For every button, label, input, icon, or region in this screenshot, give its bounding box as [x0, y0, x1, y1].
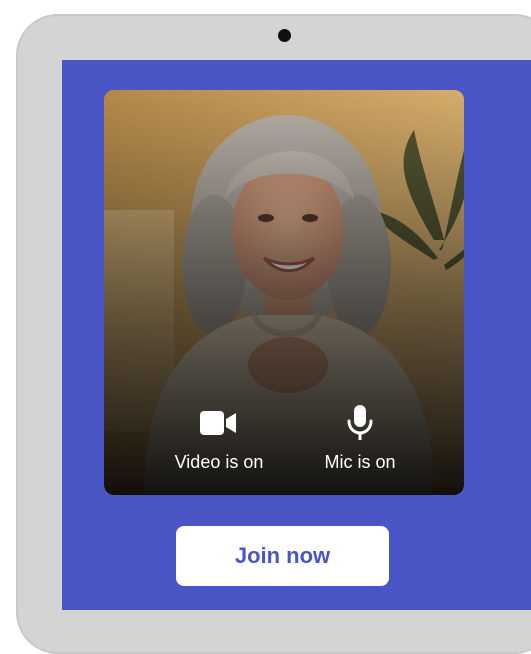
video-toggle[interactable]: Video is on	[164, 406, 274, 473]
front-camera-dot	[278, 29, 291, 42]
tablet-device-frame: Video is on Mic is on Join now	[16, 14, 531, 654]
video-camera-icon	[200, 406, 238, 440]
mic-toggle[interactable]: Mic is on	[300, 405, 420, 473]
meeting-prejoin-screen: Video is on Mic is on Join now	[62, 60, 531, 610]
preview-controls: Video is on Mic is on	[104, 385, 464, 495]
video-preview: Video is on Mic is on	[104, 90, 464, 495]
join-now-button[interactable]: Join now	[176, 526, 389, 586]
video-status-label: Video is on	[174, 452, 264, 472]
microphone-icon	[347, 405, 373, 440]
mic-status-label: Mic is on	[324, 452, 396, 472]
